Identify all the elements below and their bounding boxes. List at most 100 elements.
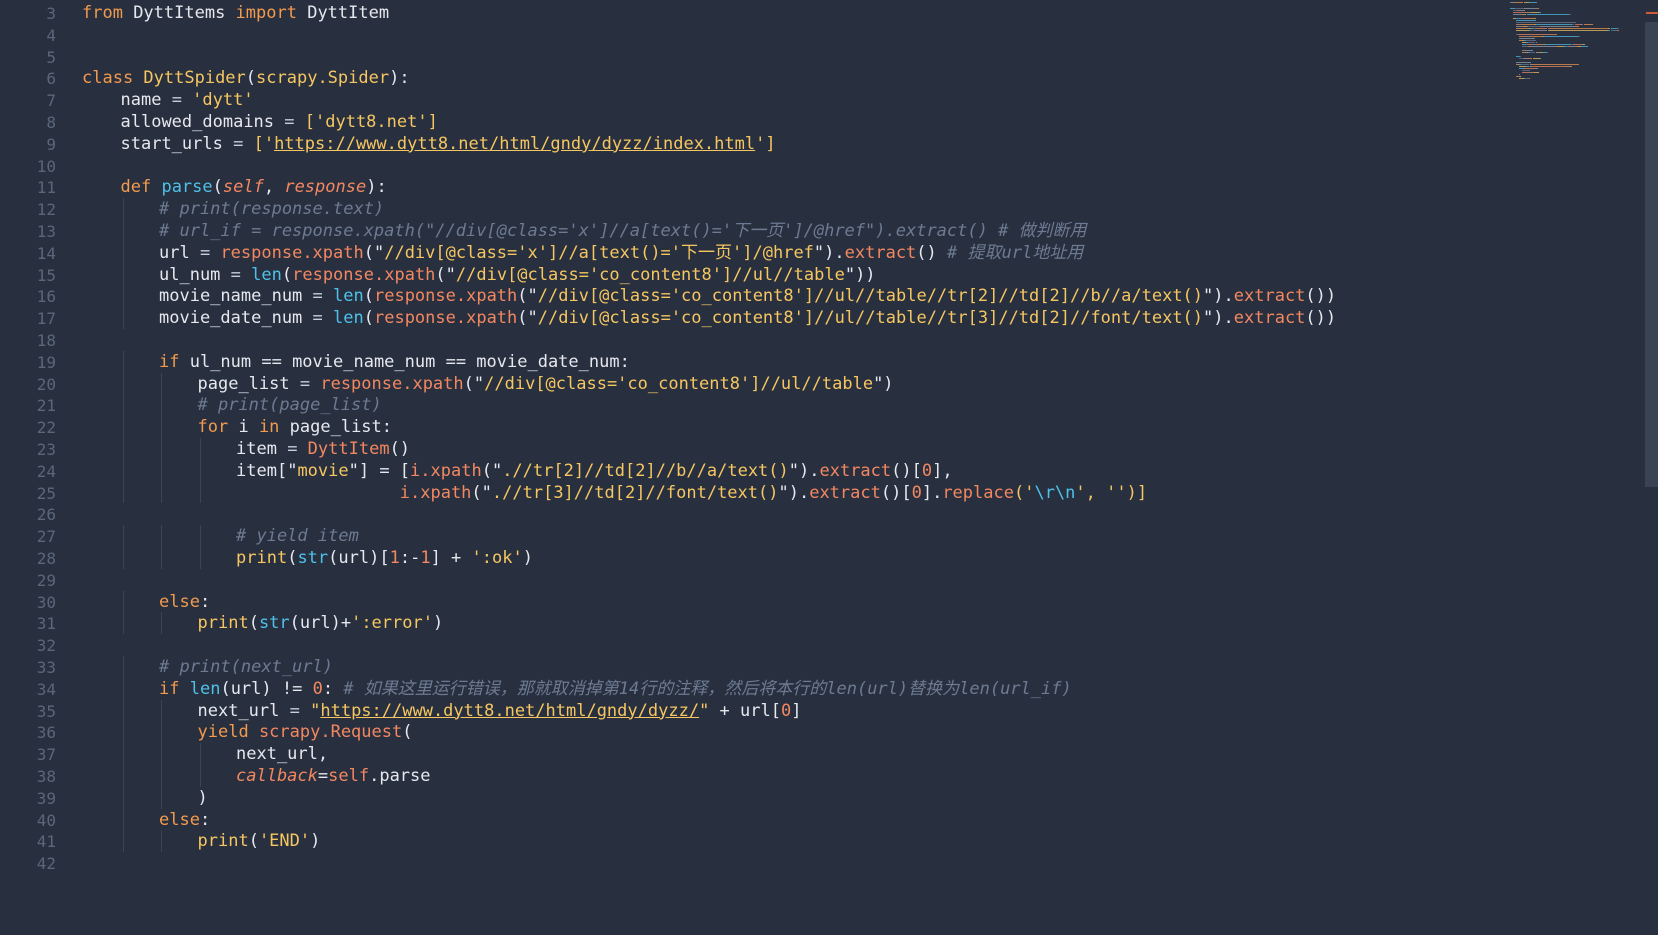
code-line[interactable]: if len(url) != 0: # 如果这里运行错误，那就取消掉第14行的注… bbox=[159, 678, 1072, 701]
indent-guide bbox=[122, 241, 124, 264]
code-line[interactable]: next_url = "https://www.dytt8.net/html/g… bbox=[198, 700, 802, 723]
code-line[interactable]: i.xpath(".//tr[3]//td[2]//font/text()").… bbox=[236, 482, 1147, 505]
line-number: 35 bbox=[36, 701, 56, 721]
code-line[interactable]: yield scrapy.Request( bbox=[198, 721, 413, 744]
code-line[interactable]: ul_num = len(response.xpath("//div[@clas… bbox=[159, 264, 876, 287]
code-token: ':ok' bbox=[471, 548, 523, 568]
indent-guide bbox=[199, 743, 201, 765]
code-token: ( bbox=[402, 722, 413, 743]
code-line[interactable]: page_list = response.xpath("//div[@class… bbox=[198, 373, 894, 396]
code-token: //div[@class='co_content8']//ul//table//… bbox=[537, 286, 1204, 307]
minimap-token bbox=[1547, 52, 1549, 53]
minimap-token bbox=[1534, 18, 1537, 19]
minimap-token bbox=[1516, 62, 1532, 63]
code-line[interactable]: if ul_num == movie_name_num == movie_dat… bbox=[159, 351, 630, 374]
code-line[interactable]: class DyttSpider(scrapy.Spider): bbox=[82, 67, 410, 90]
code-token: # print(response.text) bbox=[159, 199, 385, 220]
minimap-token bbox=[1519, 76, 1521, 77]
indent-guide bbox=[161, 416, 162, 438]
code-line[interactable]: # print(next_url) bbox=[159, 656, 333, 679]
minimap-token bbox=[1578, 36, 1581, 37]
code-token: # url_if = response.xpath("//div[@class=… bbox=[159, 221, 1087, 241]
line-number: 37 bbox=[36, 745, 56, 765]
indent-guide bbox=[161, 394, 162, 417]
indent-guide bbox=[122, 350, 124, 373]
indent-guide bbox=[199, 525, 201, 547]
line-number: 27 bbox=[36, 527, 56, 547]
indent-guide bbox=[122, 656, 124, 678]
code-token: # 如果这里运行错误，那就取消掉第14行的注释，然后将本行的len(url)替换… bbox=[343, 678, 1072, 699]
code-token[interactable]: https://www.dytt8.net/html/gndy/dyzz/ bbox=[320, 701, 699, 721]
minimap-token bbox=[1529, 66, 1564, 67]
code-token: (" bbox=[435, 264, 456, 285]
code-line[interactable]: start_urls = ['https://www.dytt8.net/htm… bbox=[121, 133, 776, 156]
code-line[interactable]: print('END') bbox=[198, 830, 321, 853]
indent-guide bbox=[122, 220, 124, 242]
code-line[interactable]: print(str(url)[1:-1] + ':ok') bbox=[236, 547, 533, 570]
code-editor[interactable]: 3 4 5 6 7 8 9 10 11 12 13 14 15 16 17 18 19 20 21 22 23 24 25 2… bbox=[0, 0, 1658, 935]
code-token: + url[ bbox=[709, 700, 781, 721]
code-line[interactable]: # yield item bbox=[236, 525, 359, 548]
code-line[interactable]: allowed_domains = ['dytt8.net'] bbox=[121, 111, 438, 134]
minimap-token bbox=[1534, 30, 1548, 31]
code-token: else bbox=[159, 809, 200, 830]
code-line[interactable]: movie_name_num = len(response.xpath("//d… bbox=[159, 285, 1336, 308]
code-area[interactable]: from DyttItems import DyttItem class Dytt… bbox=[82, 0, 1508, 935]
line-number-gutter[interactable]: 3 4 5 6 7 8 9 10 11 12 13 14 15 16 17 18 19 20 21 22 23 24 25 2… bbox=[0, 0, 62, 935]
code-token: :- bbox=[399, 548, 421, 568]
code-token: = bbox=[279, 700, 311, 721]
code-line[interactable]: # url_if = response.xpath("//div[@class=… bbox=[159, 220, 1087, 243]
code-token[interactable]: https://www.dytt8.net/html/gndy/dyzz/ind… bbox=[274, 134, 755, 154]
code-line[interactable]: next_url, bbox=[236, 743, 328, 766]
code-line[interactable]: # print(page_list) bbox=[198, 394, 382, 417]
code-line[interactable]: url = response.xpath("//div[@class='x']/… bbox=[159, 242, 1083, 265]
code-token: # yield item bbox=[236, 526, 359, 547]
line-number: 21 bbox=[36, 396, 56, 416]
code-line[interactable]: from DyttItems import DyttItem bbox=[82, 2, 389, 25]
code-line[interactable]: else: bbox=[159, 591, 210, 614]
code-token: item bbox=[236, 460, 277, 481]
vertical-scrollbar[interactable] bbox=[1645, 22, 1658, 487]
line-number: 7 bbox=[46, 91, 56, 111]
code-token: ], bbox=[932, 460, 953, 481]
code-line[interactable]: ) bbox=[198, 787, 208, 810]
line-number: 6 bbox=[46, 69, 56, 89]
code-token: = bbox=[189, 242, 221, 263]
code-token: "). bbox=[813, 242, 845, 263]
code-line[interactable]: # print(response.text) bbox=[159, 198, 384, 221]
code-token: in bbox=[258, 417, 280, 438]
code-token: from bbox=[82, 3, 123, 23]
code-token: ( bbox=[363, 308, 374, 329]
code-line[interactable]: movie_date_num = len(response.xpath("//d… bbox=[159, 307, 1336, 330]
code-token: = bbox=[274, 112, 305, 132]
line-number: 8 bbox=[46, 113, 56, 132]
code-line[interactable]: print(str(url)+':error') bbox=[198, 612, 444, 635]
code-token: ) bbox=[197, 787, 208, 808]
code-line[interactable]: callback=self.parse bbox=[236, 765, 431, 788]
line-number: 38 bbox=[36, 767, 56, 786]
code-line[interactable]: name = 'dytt' bbox=[121, 89, 254, 112]
indent-guide bbox=[122, 721, 124, 744]
code-token: "). bbox=[1203, 308, 1234, 329]
indent-guide bbox=[199, 765, 201, 787]
minimap-token bbox=[1537, 68, 1538, 69]
code-line[interactable]: for i in page_list: bbox=[198, 416, 393, 439]
code-token: .//tr[3]//td[2]//font/text() bbox=[491, 482, 779, 503]
line-number: 15 bbox=[36, 265, 56, 285]
code-token: # print(next_url) bbox=[159, 657, 333, 677]
line-number: 20 bbox=[36, 374, 56, 394]
code-line[interactable]: else: bbox=[159, 809, 210, 832]
minimap[interactable] bbox=[1510, 0, 1640, 120]
code-token: if bbox=[159, 678, 180, 699]
code-line[interactable]: item["movie"] = [i.xpath(".//tr[2]//td[2… bbox=[236, 460, 953, 483]
minimap-token bbox=[1539, 12, 1541, 13]
line-number: 4 bbox=[46, 25, 56, 45]
line-number: 19 bbox=[36, 352, 56, 372]
code-token: extract bbox=[844, 242, 917, 263]
code-token: DyttItem bbox=[296, 3, 390, 23]
code-line[interactable]: item = DyttItem() bbox=[236, 438, 410, 461]
code-line[interactable]: def parse(self, response): bbox=[121, 176, 387, 199]
code-token: ")) bbox=[844, 264, 876, 285]
minimap-token bbox=[1534, 28, 1548, 29]
code-token: (url)[ bbox=[328, 548, 390, 568]
